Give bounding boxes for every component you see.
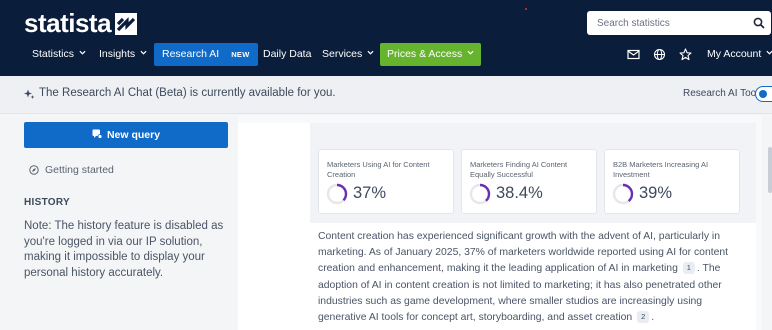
progress-ring xyxy=(326,183,348,205)
nav-prices-access[interactable]: Prices & Access xyxy=(380,43,482,66)
sidebar: New query Getting started HISTORY Note: … xyxy=(0,115,238,330)
nav-daily-data-label: Daily Data xyxy=(263,48,312,60)
stat-value: 37% xyxy=(353,184,387,202)
nav-services[interactable]: Services xyxy=(322,43,374,66)
nav-insights[interactable]: Insights xyxy=(99,43,147,66)
nav-research-ai[interactable]: Research AI NEW xyxy=(154,43,258,66)
sparkle-icon xyxy=(24,89,35,99)
chevron-down-icon xyxy=(467,50,474,55)
answer-content: Content creation has experienced signifi… xyxy=(310,223,756,330)
chevron-down-icon xyxy=(140,50,147,55)
logo-text: statista xyxy=(24,8,112,38)
nav-daily-data[interactable]: Daily Data xyxy=(263,43,311,66)
nav-insights-label: Insights xyxy=(99,48,136,60)
main-nav: Statistics Insights Research AI NEW Daily… xyxy=(0,43,772,66)
history-note: Note: The history feature is disabled as… xyxy=(24,220,224,279)
nav-prices-access-label: Prices & Access xyxy=(387,48,463,60)
stat-label: B2B Marketers Increasing AI Investment xyxy=(613,160,709,179)
citation-badge[interactable]: 2 xyxy=(637,311,650,324)
new-query-label: New query xyxy=(106,129,161,141)
research-ai-tool-toggle[interactable] xyxy=(755,86,772,102)
stat-card: Marketers Finding AI Content Equally Suc… xyxy=(461,149,597,214)
search-icon[interactable] xyxy=(753,17,765,29)
stat-value: 39% xyxy=(639,184,673,202)
stat-value: 38.4% xyxy=(496,184,543,202)
new-query-button[interactable]: New query xyxy=(24,122,228,148)
stat-cards: Marketers Using AI for Content Creation … xyxy=(310,123,756,223)
chevron-down-icon xyxy=(79,50,86,55)
toggle-knob xyxy=(759,89,767,98)
top-navigation-bar: statista Statistics Insights Research AI… xyxy=(0,0,772,76)
search-input[interactable] xyxy=(587,11,747,35)
getting-started-label: Getting started xyxy=(45,164,114,176)
answer-text-part: Content creation has experienced signifi… xyxy=(318,231,729,275)
answer-text-part: . xyxy=(651,312,655,324)
stat-label: Marketers Finding AI Content Equally Suc… xyxy=(470,160,568,179)
stat-card: B2B Marketers Increasing AI Investment 3… xyxy=(604,149,740,214)
globe-icon[interactable] xyxy=(653,48,666,61)
scrollbar-thumb[interactable] xyxy=(768,147,772,193)
compass-icon xyxy=(29,165,39,175)
chevron-down-icon xyxy=(367,50,374,55)
nav-statistics[interactable]: Statistics xyxy=(32,43,86,66)
star-icon[interactable] xyxy=(679,48,692,61)
chat-plus-icon xyxy=(92,129,102,139)
nav-research-ai-label: Research AI xyxy=(162,48,220,60)
left-panel xyxy=(238,123,310,330)
search-box xyxy=(587,11,771,35)
stat-label: Marketers Using AI for Content Creation xyxy=(327,160,430,179)
main-content: Marketers Using AI for Content Creation … xyxy=(238,115,772,330)
statista-logo[interactable]: statista xyxy=(24,8,138,39)
logo-mark-icon xyxy=(115,12,138,35)
nav-services-label: Services xyxy=(322,48,363,60)
new-badge: NEW xyxy=(231,50,250,59)
progress-ring xyxy=(469,183,491,205)
answer-text: Content creation has experienced signifi… xyxy=(318,229,748,326)
history-title: HISTORY xyxy=(24,197,70,208)
notification-dot xyxy=(525,8,527,10)
research-ai-tool-label: Research AI Tool xyxy=(683,88,759,99)
progress-ring xyxy=(612,183,634,205)
banner-message: The Research AI Chat (Beta) is currently… xyxy=(39,87,336,99)
getting-started-link[interactable]: Getting started xyxy=(29,164,114,176)
chevron-down-icon xyxy=(766,50,772,55)
citation-badge[interactable]: 1 xyxy=(682,262,695,275)
nav-my-account[interactable]: My Account xyxy=(707,43,772,66)
envelope-icon[interactable] xyxy=(627,48,640,61)
beta-banner: The Research AI Chat (Beta) is currently… xyxy=(0,76,772,114)
nav-statistics-label: Statistics xyxy=(32,48,75,60)
stat-card: Marketers Using AI for Content Creation … xyxy=(318,149,454,214)
nav-my-account-label: My Account xyxy=(707,48,762,60)
